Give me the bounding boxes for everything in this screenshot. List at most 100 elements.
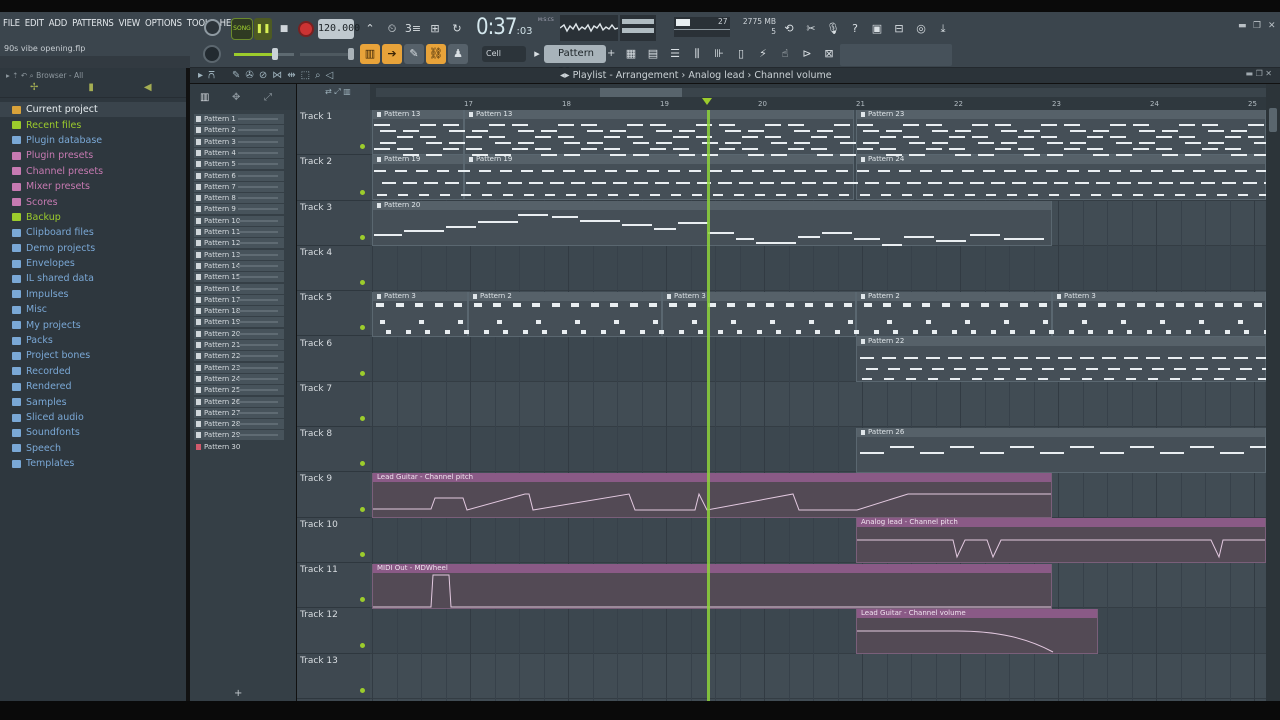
delete-tool-icon[interactable]: ⊘ xyxy=(259,70,267,81)
pattern-picker-item[interactable]: Pattern 8 xyxy=(194,193,284,204)
pattern-picker-item[interactable]: Pattern 23 xyxy=(194,362,284,373)
track-mute-indicator[interactable] xyxy=(360,642,365,648)
track-mute-indicator[interactable] xyxy=(360,325,365,331)
track-mute-indicator[interactable] xyxy=(360,280,365,286)
tools-icon[interactable]: ⊠ xyxy=(820,45,838,63)
playlist-lanes[interactable]: Pattern 13 Pattern 13 Pattern 23 Pattern… xyxy=(370,110,1266,701)
track-mute-indicator[interactable] xyxy=(360,551,365,557)
hierarchy-icon[interactable]: ⊪ xyxy=(710,45,728,63)
wait-input-icon[interactable]: ⏲ xyxy=(383,19,401,39)
pattern-clip[interactable]: Pattern 26 xyxy=(856,428,1266,473)
loop-record-icon[interactable]: ↻ xyxy=(448,19,466,39)
track-header[interactable]: Track 10 xyxy=(297,518,370,563)
playback-tool-icon[interactable]: ◁ xyxy=(326,70,334,81)
pattern-picker-item[interactable]: Pattern 27 xyxy=(194,407,284,418)
track-mute-indicator[interactable] xyxy=(360,234,365,240)
browser-item[interactable]: Sliced audio xyxy=(0,410,186,425)
track-mute-indicator[interactable] xyxy=(360,461,365,467)
automation-clip[interactable]: Analog lead - Channel pitch xyxy=(856,518,1266,563)
automation-clip[interactable]: MIDI Out - MDWheel xyxy=(372,564,1052,609)
playlist-view-icon[interactable]: ▥ xyxy=(360,44,380,64)
pattern-picker-item[interactable]: Pattern 17 xyxy=(194,294,284,305)
microphone-icon[interactable]: 🎙 xyxy=(824,19,842,39)
track-mute-indicator[interactable] xyxy=(360,370,365,376)
track-header[interactable]: Track 2 xyxy=(297,155,370,201)
track-mute-indicator[interactable] xyxy=(360,144,365,150)
pattern-picker-item[interactable]: Pattern 4 xyxy=(194,147,284,158)
cpu-monitor[interactable]: 27 2775 MB 5 xyxy=(674,15,776,41)
pattern-picker-item[interactable]: Pattern 1 xyxy=(194,114,284,124)
song-position-marker[interactable] xyxy=(702,98,712,105)
pattern-picker-item[interactable]: Pattern 28 xyxy=(194,419,284,430)
timeline-ruler[interactable]: 17 18 19 20 21 22 23 24 25 xyxy=(370,84,1266,110)
help-icon[interactable]: ? xyxy=(846,19,864,39)
countdown-icon[interactable]: 3≡ xyxy=(404,19,422,39)
pattern-picker-item[interactable]: Pattern 5 xyxy=(194,159,284,170)
record-tool-icon[interactable]: ⊳ xyxy=(798,45,816,63)
oscilloscope[interactable] xyxy=(560,15,618,41)
browser-item[interactable]: Plugin database xyxy=(0,133,186,148)
pattern-picker-icon[interactable]: ▥ xyxy=(200,92,209,103)
pattern-picker-item[interactable]: Pattern 20 xyxy=(194,328,284,339)
pattern-picker-item[interactable]: Pattern 26 xyxy=(194,396,284,407)
pattern-add-button[interactable]: + xyxy=(607,48,615,59)
browser-item[interactable]: Impulses xyxy=(0,287,186,302)
track-header[interactable]: Track 13 xyxy=(297,654,370,699)
play-pause-button[interactable]: ❚❚ xyxy=(254,18,272,40)
browser-speaker-icon[interactable]: ◀ xyxy=(144,82,152,97)
step-edit-icon[interactable]: ➔ xyxy=(382,44,402,64)
pattern-selector[interactable]: Pattern 30 xyxy=(544,45,606,77)
cut-icon[interactable]: ✂ xyxy=(802,19,820,39)
select-tool-icon[interactable]: ⬚ xyxy=(301,70,310,81)
stamp-icon[interactable]: ♟ xyxy=(448,44,468,64)
browser-item[interactable]: Current project xyxy=(0,102,186,118)
snap-select[interactable]: Cell xyxy=(482,46,526,62)
master-pitch-slider[interactable] xyxy=(300,48,354,60)
menu-file[interactable]: FILE xyxy=(2,18,21,29)
audio-picker-icon[interactable]: ✥ xyxy=(232,92,240,103)
download-icon[interactable]: ⤓ xyxy=(934,19,952,39)
vertical-scroll-thumb[interactable] xyxy=(1269,108,1277,132)
plugin-manager-icon[interactable]: ⊟ xyxy=(890,19,908,39)
tempo-display[interactable]: 120.000 xyxy=(318,19,360,39)
pattern-picker-item[interactable]: Pattern 11 xyxy=(194,227,284,237)
pattern-clip[interactable]: Pattern 3 xyxy=(1052,292,1266,337)
stop-button[interactable]: ■ xyxy=(276,18,292,40)
menu-view[interactable]: VIEW xyxy=(118,18,141,29)
track-header-tools-icon[interactable]: ⇄ ⤢ ▥ xyxy=(325,87,351,97)
track-mute-indicator[interactable] xyxy=(360,189,365,195)
blend-notes-icon[interactable]: ⊞ xyxy=(426,19,444,39)
overview-strip[interactable] xyxy=(376,88,1266,97)
pattern-picker-item[interactable]: Pattern 10 xyxy=(194,215,284,226)
browser-item[interactable]: Recent files xyxy=(0,117,186,132)
main-volume-knob[interactable] xyxy=(203,45,221,63)
link-icon[interactable]: ⛓ xyxy=(426,44,446,64)
file-icon[interactable]: ▯ xyxy=(732,45,750,63)
undo-icon[interactable]: ⟲ xyxy=(780,19,798,39)
browser-item[interactable]: Recorded xyxy=(0,364,186,379)
minimize-icon[interactable]: ▬ xyxy=(1238,21,1247,31)
pattern-picker-item[interactable]: Pattern 22 xyxy=(194,351,284,362)
track-header[interactable]: Track 3 xyxy=(297,201,370,246)
browser-item[interactable]: Scores xyxy=(0,194,186,209)
playlist-vertical-scrollbar[interactable] xyxy=(1266,84,1280,701)
browser-add-icon[interactable]: ✢ xyxy=(30,82,38,97)
pattern-picker-item[interactable]: Pattern 2 xyxy=(194,125,284,136)
pattern-picker-item[interactable]: Pattern 24 xyxy=(194,373,284,384)
track-header[interactable]: Track 8 xyxy=(297,427,370,473)
track-header[interactable]: Track 1 xyxy=(297,110,370,156)
save-icon[interactable]: ▣ xyxy=(868,19,886,39)
pattern-picker-item[interactable]: Pattern 21 xyxy=(194,340,284,350)
browser-item[interactable]: Demo projects xyxy=(0,241,186,256)
master-volume-handle[interactable] xyxy=(272,48,278,60)
playlist-window-controls[interactable]: ▬ ❐ ✕ xyxy=(1245,69,1272,78)
playhead[interactable] xyxy=(707,110,710,701)
track-mute-indicator[interactable] xyxy=(360,597,365,603)
browser-item[interactable]: Packs xyxy=(0,333,186,348)
browser-item[interactable]: Envelopes xyxy=(0,256,186,271)
track-header[interactable]: Track 11 xyxy=(297,563,370,609)
pattern-picker-item[interactable]: Pattern 14 xyxy=(194,260,284,271)
browser-item[interactable]: Mixer presets xyxy=(0,179,186,194)
browser-item[interactable]: Channel presets xyxy=(0,164,186,179)
browser-item[interactable]: Rendered xyxy=(0,379,186,394)
